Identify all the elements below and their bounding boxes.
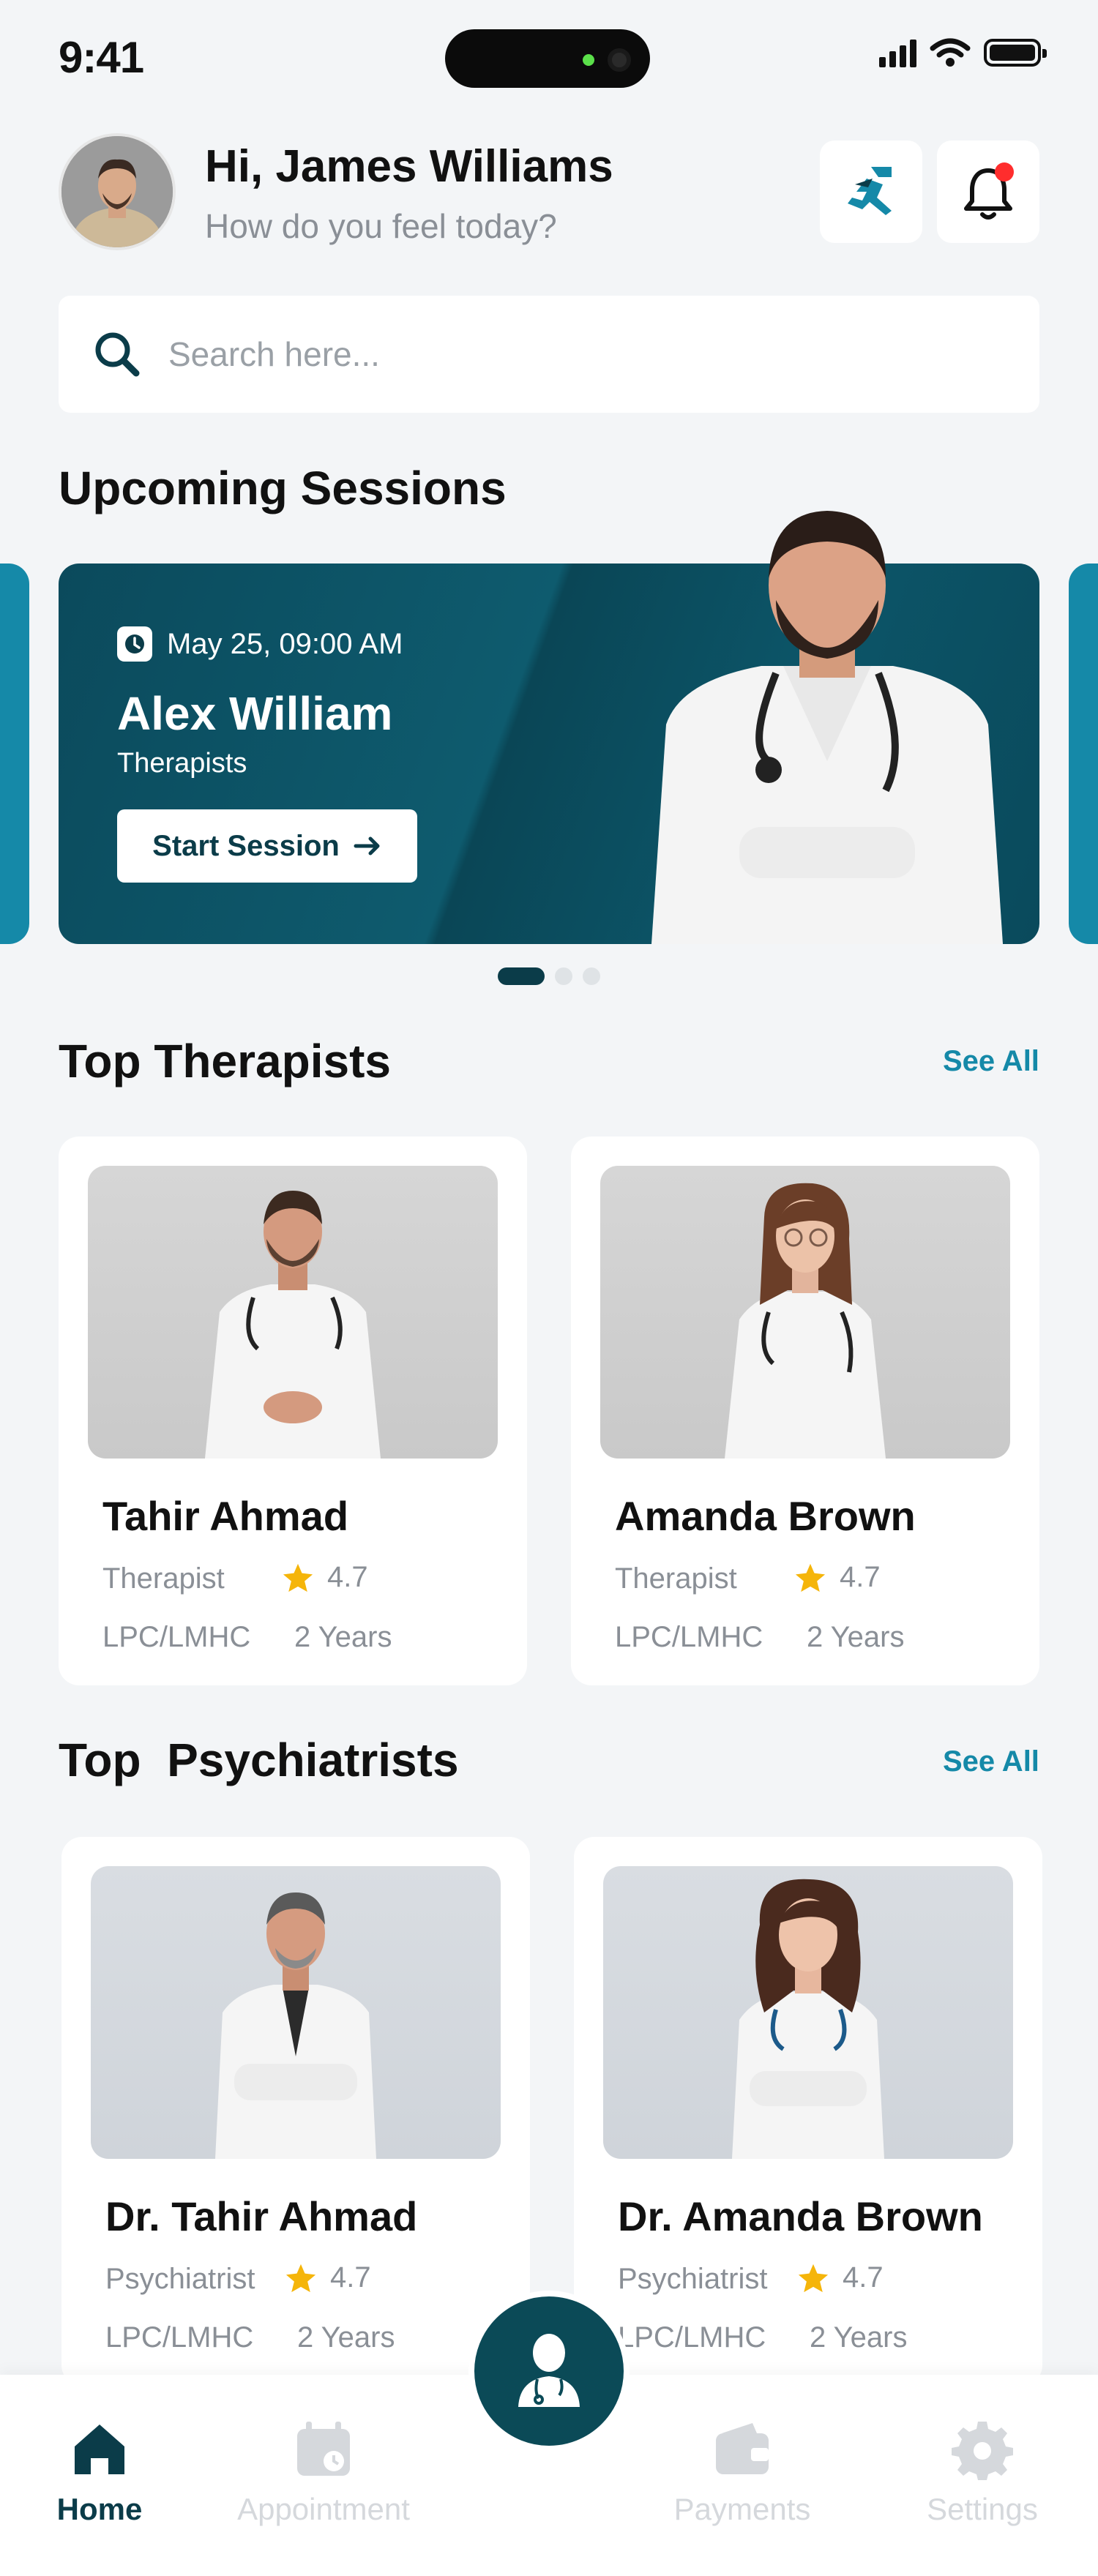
therapist-card[interactable]: Tahir Ahmad Therapist 4.7 LPC/LMHC 2 Yea… [59,1137,527,1685]
psychiatrist-experience: 2 Years [297,2321,395,2354]
therapist-experience: 2 Years [807,1621,905,1653]
top-psychiatrists-title: Top Psychiatrists [59,1734,459,1786]
psychiatrist-photo [91,1866,501,2159]
psychiatrist-credential: LPC/LMHC [618,2321,766,2354]
search-icon [95,332,140,377]
signal-icon [879,38,916,67]
pagination-dot-active[interactable] [498,967,545,985]
pagination-dot[interactable] [555,967,572,985]
nav-payments[interactable]: Payments [647,2419,837,2527]
rating-value: 4.7 [840,1561,881,1593]
search-bar[interactable] [59,296,1039,413]
avatar[interactable] [59,133,176,250]
bell-icon [964,162,1014,220]
star-icon [798,2264,829,2292]
calendar-icon [293,2419,354,2480]
battery-icon [984,39,1047,67]
therapist-card[interactable]: Amanda Brown Therapist 4.7 LPC/LMHC 2 Ye… [571,1137,1039,1685]
star-icon [285,2264,316,2292]
status-icons [879,38,1047,67]
top-therapists-title: Top Therapists [59,1035,391,1087]
therapist-name: Tahir Ahmad [102,1493,349,1539]
star-icon [795,1563,826,1592]
next-session-card[interactable] [1069,564,1098,944]
clock-icon [117,626,152,662]
home-icon [69,2419,130,2480]
therapist-credential: LPC/LMHC [102,1621,251,1653]
greeting-title: Hi, James Williams [205,141,613,192]
dynamic-island [445,29,650,88]
psychiatrist-experience: 2 Years [810,2321,908,2354]
therapist-credential: LPC/LMHC [615,1621,763,1653]
therapist-rating: 4.7 [794,1561,881,1594]
carousel-pagination [498,967,600,985]
psychiatrist-name: Dr. Tahir Ahmad [105,2193,418,2239]
camera-lens-icon [608,48,631,72]
session-therapist-role: Therapists [117,748,247,779]
psychiatrist-rating: 4.7 [285,2261,371,2294]
therapist-photo [88,1166,498,1459]
psychiatrist-name: Dr. Amanda Brown [618,2193,983,2239]
nav-settings[interactable]: Settings [887,2419,1078,2527]
find-doctor-fab[interactable] [468,2291,630,2452]
nav-payments-label: Payments [673,2492,811,2526]
start-session-button[interactable]: Start Session [117,809,417,883]
psychiatrist-photo [603,1866,1013,2159]
nav-home-label: Home [56,2492,143,2526]
session-date: May 25, 09:00 AM [117,626,403,662]
rating-value: 4.7 [843,2261,884,2294]
nav-appointment[interactable]: Appointment [228,2419,419,2527]
camera-indicator-icon [583,54,594,66]
search-input[interactable] [168,334,974,374]
session-date-text: May 25, 09:00 AM [167,627,403,660]
star-icon [283,1563,313,1592]
psychiatrist-card[interactable]: Dr. Tahir Ahmad Psychiatrist 4.7 LPC/LMH… [61,1837,530,2386]
pagination-dot[interactable] [583,967,600,985]
psychiatrist-role: Psychiatrist [105,2263,255,2295]
psychiatrist-card[interactable]: Dr. Amanda Brown Psychiatrist 4.7 LPC/LM… [574,1837,1042,2386]
upcoming-sessions-title: Upcoming Sessions [59,462,507,514]
previous-session-card[interactable] [0,564,29,944]
nav-home[interactable]: Home [4,2419,195,2527]
therapists-see-all-link[interactable]: See All [943,1045,1039,1078]
session-therapist-name: Alex William [117,687,393,740]
psychiatrists-see-all-link[interactable]: See All [943,1745,1039,1778]
wallet-icon [712,2419,773,2480]
therapist-photo [600,1166,1010,1459]
notifications-button[interactable] [937,141,1039,243]
activity-button[interactable] [820,141,922,243]
therapist-rating: 4.7 [282,1561,368,1594]
status-time: 9:41 [59,33,144,82]
therapist-role: Therapist [615,1562,737,1595]
therapist-name: Amanda Brown [615,1493,916,1539]
rating-value: 4.7 [330,2261,371,2294]
doctor-photo [651,511,1003,944]
running-figure-icon [848,167,892,215]
nav-settings-label: Settings [927,2492,1038,2526]
gear-icon [952,2419,1013,2480]
therapist-role: Therapist [102,1562,225,1595]
nav-appointment-label: Appointment [237,2492,410,2526]
arrow-right-icon [354,836,380,855]
start-session-label: Start Session [152,829,340,862]
upcoming-session-card[interactable]: May 25, 09:00 AM Alex William Therapists… [59,511,1039,944]
greeting-subtitle: How do you feel today? [205,207,557,245]
psychiatrist-credential: LPC/LMHC [105,2321,254,2354]
doctor-icon [518,2334,580,2407]
psychiatrist-role: Psychiatrist [618,2263,768,2295]
wifi-icon [930,38,971,67]
psychiatrist-rating: 4.7 [797,2261,884,2294]
rating-value: 4.7 [327,1561,368,1593]
therapist-experience: 2 Years [294,1621,392,1653]
